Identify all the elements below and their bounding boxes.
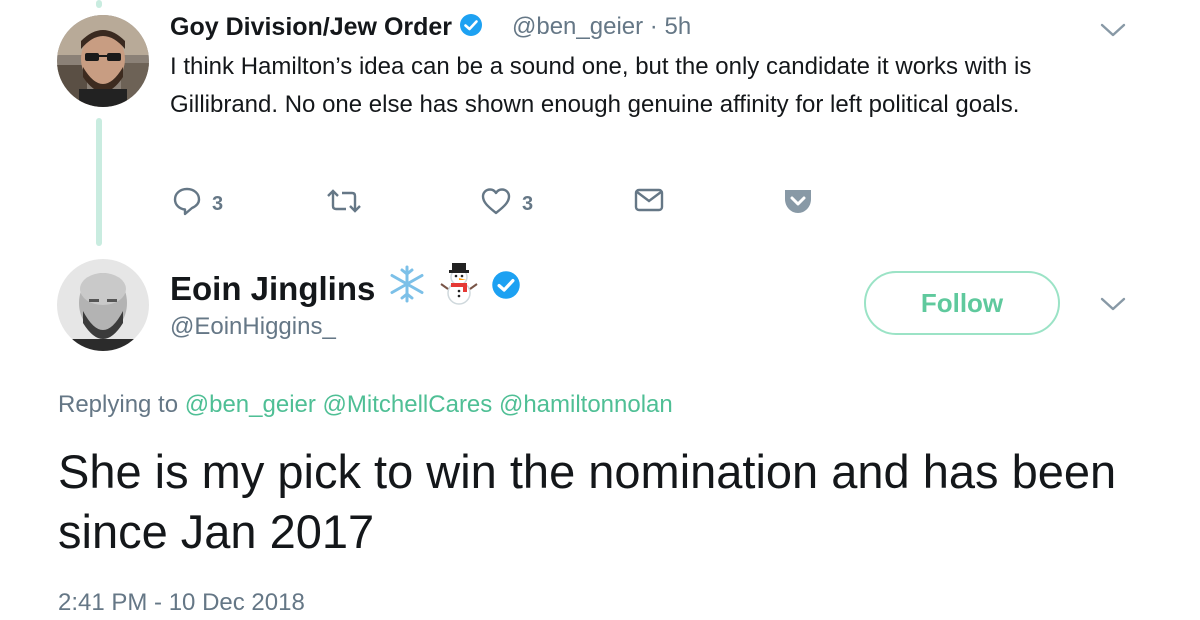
thread-line-top: [96, 0, 102, 8]
snowman-icon: [439, 262, 479, 316]
tweet2-handle[interactable]: @EoinHiggins_: [170, 312, 336, 342]
direct-message-action[interactable]: [634, 186, 664, 220]
tweet2-text: She is my pick to win the nomination and…: [58, 445, 1117, 558]
tweet1-handle[interactable]: @ben_geier: [512, 13, 643, 40]
like-icon: [480, 186, 512, 222]
tweet2-timestamp[interactable]: 2:41 PM - 10 Dec 2018: [58, 588, 305, 618]
mention-link[interactable]: @MitchellCares: [323, 391, 493, 418]
mention-link[interactable]: @hamiltonnolan: [499, 391, 673, 418]
thread-line: [96, 118, 102, 246]
tweet1-author-name[interactable]: Goy Division/Jew Order: [170, 12, 483, 44]
retweet-action[interactable]: [326, 186, 362, 222]
tweet1-text: I think Hamilton’s idea can be a sound o…: [170, 53, 1032, 118]
avatar-ben-geier[interactable]: [57, 15, 149, 107]
reply-action[interactable]: 3: [172, 186, 223, 222]
tweet1-age[interactable]: 5h: [664, 13, 691, 40]
message-icon: [634, 186, 664, 220]
verified-badge-icon: [491, 268, 521, 310]
tweet1-display-name[interactable]: Goy Division/Jew Order: [170, 13, 452, 41]
pocket-action[interactable]: [782, 186, 814, 222]
pocket-icon: [782, 186, 814, 222]
replying-to-label: Replying to: [58, 391, 179, 418]
tweet2-display-name[interactable]: Eoin Jinglins: [170, 268, 375, 310]
chevron-down-icon[interactable]: [1100, 296, 1126, 312]
reply-icon: [172, 186, 202, 222]
chevron-down-icon[interactable]: [1100, 22, 1126, 38]
tweet1-handle-line: @ben_geier · 5h: [512, 12, 691, 42]
snowflake-icon: [387, 264, 427, 314]
tweet2-author-name[interactable]: Eoin Jinglins: [170, 262, 521, 316]
like-count: 3: [522, 192, 534, 215]
avatar-eoin-higgins[interactable]: [57, 259, 149, 351]
reply-count: 3: [212, 192, 224, 215]
tweet1-separator: ·: [649, 13, 658, 40]
mention-link[interactable]: @ben_geier: [185, 391, 316, 418]
like-action[interactable]: 3: [480, 186, 533, 222]
retweet-icon: [326, 186, 362, 222]
verified-badge-icon: [459, 13, 483, 44]
follow-button[interactable]: Follow: [864, 271, 1060, 335]
replying-to-line: Replying to @ben_geier @MitchellCares @h…: [58, 390, 673, 420]
